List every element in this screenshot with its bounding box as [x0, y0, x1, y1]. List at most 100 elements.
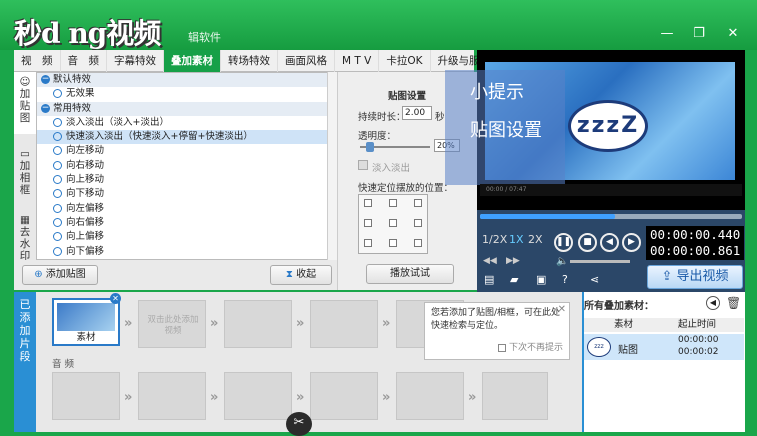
position-center[interactable] [389, 219, 397, 227]
position-grid [358, 194, 428, 254]
speed-2x[interactable]: 2X [528, 233, 543, 246]
help-icon[interactable]: ? [562, 274, 574, 286]
save-icon[interactable]: ▣ [536, 274, 548, 286]
audio-slot[interactable] [310, 372, 378, 420]
overlay-side-tabs: ☺ 加贴图 ▭ 加相框 ▦ 去水印 [14, 72, 36, 290]
preview-button[interactable]: 播放试试 [366, 264, 454, 284]
duration-input[interactable]: 2.00 [402, 106, 432, 120]
effects-scrollbar[interactable] [327, 72, 337, 260]
tab-subtitle-effects[interactable]: 字幕特效 [107, 50, 164, 72]
collapse-icon[interactable]: − [41, 75, 50, 84]
effect-item[interactable]: 无效果 [37, 87, 335, 101]
fade-checkbox[interactable] [358, 160, 368, 170]
position-bottom-left[interactable] [364, 239, 372, 247]
tab-transitions[interactable]: 转场特效 [221, 50, 278, 72]
remove-clip-icon[interactable]: ✕ [110, 293, 121, 304]
export-video-button[interactable]: ⇪ 导出视频 [647, 265, 743, 289]
opacity-label: 透明度： [358, 131, 397, 142]
effect-item[interactable]: 向下偏移 [37, 245, 335, 259]
collapse-icon[interactable]: − [41, 103, 50, 113]
tab-video[interactable]: 视 频 [14, 50, 61, 72]
film-icon[interactable]: ▤ [484, 274, 496, 286]
close-popup-icon[interactable]: ✕ [558, 303, 566, 316]
tab-overlay[interactable]: 叠加素材 [164, 50, 221, 72]
clip-slot-1[interactable]: 素材 ✕ [52, 293, 121, 346]
effect-category[interactable]: − 默认特效 [37, 73, 335, 88]
effects-list: − 默认特效 无效果 − 常用特效 淡入淡出（淡入+淡出） 快速淡入淡出（快速淡入+… [36, 72, 336, 260]
audio-slot[interactable] [52, 372, 120, 420]
audio-slot[interactable] [224, 372, 292, 420]
effect-item[interactable]: 向左偏移 [37, 202, 335, 216]
effect-item[interactable]: 向上偏移 [37, 230, 335, 244]
asset-row[interactable]: zzz 贴图 00:00:00 00:00:02 [584, 334, 744, 360]
time-total: 00:00:00.861 [650, 243, 741, 258]
clip-slot-empty[interactable] [224, 300, 292, 348]
tab-karaoke[interactable]: 卡拉OK [379, 50, 431, 72]
clip-slot-empty[interactable]: 双击此处添加视频 [138, 300, 206, 348]
effect-item-selected[interactable]: 快速淡入淡出（快速淡入+停留+快速淡出） [37, 130, 335, 145]
effects-actions: ⊕ 添加贴图 ⧗ 收起 [14, 260, 337, 290]
minimize-icon[interactable]: — [656, 26, 678, 42]
position-middle-right[interactable] [414, 219, 422, 227]
forward-icon[interactable]: ▶▶ [506, 256, 520, 266]
side-tab-sticker[interactable]: ☺ 加贴图 [14, 72, 36, 134]
radio-icon [53, 232, 62, 242]
pause-icon[interactable]: ❚❚ [554, 233, 573, 252]
opacity-slider-handle[interactable] [366, 142, 374, 152]
audio-slot[interactable] [482, 372, 548, 420]
tab-audio[interactable]: 音 频 [61, 50, 107, 72]
speed-1x[interactable]: 1X [509, 233, 524, 246]
position-top-right[interactable] [414, 199, 422, 207]
effect-item[interactable]: 向上移动 [37, 173, 335, 187]
speed-half[interactable]: 1/2X [482, 233, 507, 246]
effect-item[interactable]: 向右移动 [37, 159, 335, 173]
audio-slot[interactable] [138, 372, 206, 420]
side-tab-frame[interactable]: ▭ 加相框 [14, 144, 36, 206]
stop-icon[interactable]: ■ [578, 233, 597, 252]
effect-item[interactable]: 向下移动 [37, 187, 335, 201]
trash-icon[interactable]: 🗑 [726, 296, 741, 310]
hourglass-icon: ⧗ [285, 269, 293, 280]
tab-styles[interactable]: 画面风格 [278, 50, 335, 72]
effect-item[interactable]: 向左移动 [37, 144, 335, 158]
scissors-icon[interactable]: ✂ [286, 412, 312, 436]
audio-slot[interactable] [396, 372, 464, 420]
chevron-right-icon: » [382, 390, 391, 405]
restore-icon[interactable]: ❐ [688, 26, 710, 42]
close-icon[interactable]: ✕ [722, 26, 744, 42]
asset-name: 贴图 [618, 345, 638, 356]
side-tab-label: 去水印 [19, 226, 31, 262]
collapse-button[interactable]: ⧗ 收起 [270, 265, 332, 285]
effect-item[interactable]: 向右偏移 [37, 216, 335, 230]
tip-subtitle: 贴图设置 [470, 120, 542, 141]
chevron-right-icon: » [210, 316, 219, 331]
effect-item[interactable]: 淡入淡出（淡入+淡出） [37, 116, 335, 130]
fade-label: 淡入淡出 [372, 163, 411, 174]
col-material: 素材 [614, 319, 634, 330]
position-bottom-right[interactable] [414, 239, 422, 247]
dont-show-again[interactable]: 下次不再提示 [498, 342, 563, 355]
rewind-icon[interactable]: ◀◀ [483, 256, 497, 266]
position-top-left[interactable] [364, 199, 372, 207]
next-frame-icon[interactable]: ▶ [622, 233, 641, 252]
tab-mtv[interactable]: M T V [335, 50, 380, 72]
effect-category[interactable]: − 常用特效 [37, 101, 335, 116]
volume-icon[interactable]: 🔈 [556, 256, 568, 267]
position-top-center[interactable] [389, 199, 397, 207]
radio-icon [53, 160, 62, 170]
clip-slot-empty[interactable] [310, 300, 378, 348]
hint-popup: 您若添加了贴图/相框，可在此处快速检索与定位。 下次不再提示 ✕ [424, 302, 570, 360]
locate-icon[interactable]: ◀ [706, 296, 720, 310]
chevron-right-icon: » [210, 390, 219, 405]
add-sticker-button[interactable]: ⊕ 添加贴图 [22, 265, 98, 285]
position-bottom-center[interactable] [389, 239, 397, 247]
sticker-thumbnail: zzz [587, 337, 611, 357]
share-icon[interactable]: ⋖ [590, 274, 602, 286]
volume-slider[interactable] [570, 260, 630, 263]
folder-icon[interactable]: ▰ [510, 274, 522, 286]
chevron-right-icon: » [468, 390, 477, 405]
chevron-right-icon: » [124, 390, 133, 405]
prev-frame-icon[interactable]: ◀ [600, 233, 619, 252]
position-middle-left[interactable] [364, 219, 372, 227]
tab-bar: 视 频 音 频 字幕特效 叠加素材 转场特效 画面风格 M T V 卡拉OK 升… [14, 50, 498, 72]
